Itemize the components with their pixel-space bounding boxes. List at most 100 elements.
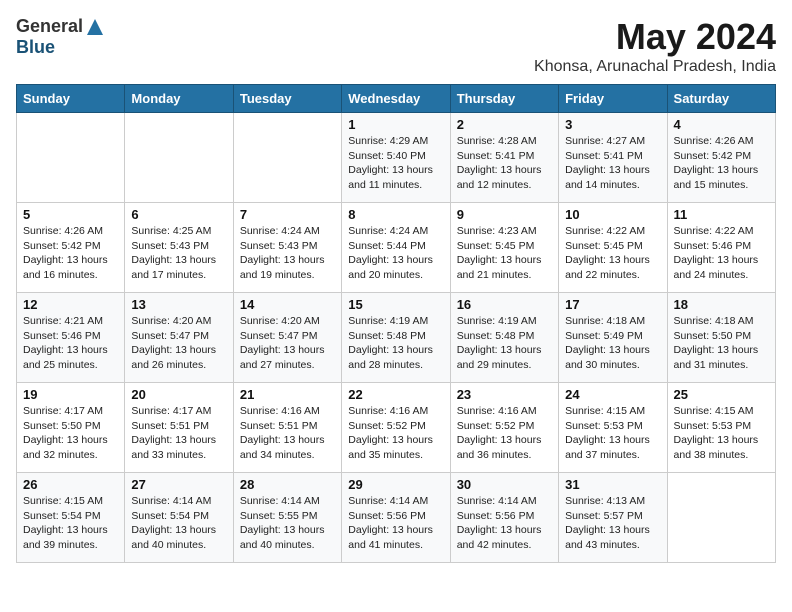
day-number: 9 [457,207,552,222]
calendar-cell: 17 Sunrise: 4:18 AM Sunset: 5:49 PM Dayli… [559,293,667,383]
day-info: Sunrise: 4:16 AM Sunset: 5:52 PM Dayligh… [457,404,552,463]
calendar-header-wednesday: Wednesday [342,85,450,113]
day-info: Sunrise: 4:19 AM Sunset: 5:48 PM Dayligh… [457,314,552,373]
calendar-cell [17,113,125,203]
day-number: 4 [674,117,769,132]
calendar-header-tuesday: Tuesday [233,85,341,113]
location: Khonsa, Arunachal Pradesh, India [534,58,776,76]
calendar-cell: 5 Sunrise: 4:26 AM Sunset: 5:42 PM Daylig… [17,203,125,293]
calendar-cell: 28Sunrise: 4:14 AM Sunset: 5:55 PM Dayli… [233,473,341,563]
day-info: Sunrise: 4:13 AM Sunset: 5:57 PM Dayligh… [565,494,660,553]
day-number: 21 [240,387,335,402]
day-number: 10 [565,207,660,222]
day-number: 22 [348,387,443,402]
day-number: 5 [23,207,118,222]
calendar-cell: 22 Sunrise: 4:16 AM Sunset: 5:52 PM Dayli… [342,383,450,473]
calendar-cell: 24 Sunrise: 4:15 AM Sunset: 5:53 PM Dayli… [559,383,667,473]
day-info: Sunrise: 4:27 AM Sunset: 5:41 PM Dayligh… [565,134,660,193]
calendar-cell: 20 Sunrise: 4:17 AM Sunset: 5:51 PM Dayli… [125,383,233,473]
day-info: Sunrise: 4:25 AM Sunset: 5:43 PM Dayligh… [131,224,226,283]
calendar-week-3: 12 Sunrise: 4:21 AM Sunset: 5:46 PM Dayli… [17,293,776,383]
day-info: Sunrise: 4:22 AM Sunset: 5:45 PM Dayligh… [565,224,660,283]
calendar-cell: 21 Sunrise: 4:16 AM Sunset: 5:51 PM Dayli… [233,383,341,473]
day-info: Sunrise: 4:26 AM Sunset: 5:42 PM Dayligh… [674,134,769,193]
calendar-week-2: 5 Sunrise: 4:26 AM Sunset: 5:42 PM Daylig… [17,203,776,293]
day-info: Sunrise: 4:28 AM Sunset: 5:41 PM Dayligh… [457,134,552,193]
day-info: Sunrise: 4:15 AM Sunset: 5:53 PM Dayligh… [674,404,769,463]
calendar-cell: 12 Sunrise: 4:21 AM Sunset: 5:46 PM Dayli… [17,293,125,383]
title-block: May 2024 Khonsa, Arunachal Pradesh, Indi… [534,16,776,76]
logo-general: General [16,16,83,37]
day-info: Sunrise: 4:17 AM Sunset: 5:50 PM Dayligh… [23,404,118,463]
calendar-cell: 14Sunrise: 4:20 AM Sunset: 5:47 PM Dayli… [233,293,341,383]
calendar-week-5: 26 Sunrise: 4:15 AM Sunset: 5:54 PM Dayli… [17,473,776,563]
calendar-cell [667,473,775,563]
day-number: 11 [674,207,769,222]
day-info: Sunrise: 4:14 AM Sunset: 5:56 PM Dayligh… [348,494,443,553]
calendar-cell: 26 Sunrise: 4:15 AM Sunset: 5:54 PM Dayli… [17,473,125,563]
day-number: 30 [457,477,552,492]
day-number: 24 [565,387,660,402]
day-info: Sunrise: 4:17 AM Sunset: 5:51 PM Dayligh… [131,404,226,463]
calendar-header-thursday: Thursday [450,85,558,113]
logo-blue: Blue [16,37,55,58]
day-number: 31 [565,477,660,492]
calendar-cell: 3 Sunrise: 4:27 AM Sunset: 5:41 PM Daylig… [559,113,667,203]
day-number: 23 [457,387,552,402]
day-number: 19 [23,387,118,402]
calendar-cell: 18Sunrise: 4:18 AM Sunset: 5:50 PM Dayli… [667,293,775,383]
day-info: Sunrise: 4:29 AM Sunset: 5:40 PM Dayligh… [348,134,443,193]
calendar-cell: 23 Sunrise: 4:16 AM Sunset: 5:52 PM Dayli… [450,383,558,473]
page-header: General Blue May 2024 Khonsa, Arunachal … [16,16,776,76]
day-number: 16 [457,297,552,312]
calendar-cell: 19 Sunrise: 4:17 AM Sunset: 5:50 PM Dayli… [17,383,125,473]
day-info: Sunrise: 4:26 AM Sunset: 5:42 PM Dayligh… [23,224,118,283]
day-number: 13 [131,297,226,312]
day-number: 8 [348,207,443,222]
day-info: Sunrise: 4:15 AM Sunset: 5:54 PM Dayligh… [23,494,118,553]
day-info: Sunrise: 4:19 AM Sunset: 5:48 PM Dayligh… [348,314,443,373]
day-number: 15 [348,297,443,312]
day-number: 2 [457,117,552,132]
logo-icon [85,17,105,37]
calendar-cell: 9 Sunrise: 4:23 AM Sunset: 5:45 PM Daylig… [450,203,558,293]
day-info: Sunrise: 4:23 AM Sunset: 5:45 PM Dayligh… [457,224,552,283]
day-number: 27 [131,477,226,492]
calendar-header-row: SundayMondayTuesdayWednesdayThursdayFrid… [17,85,776,113]
day-number: 7 [240,207,335,222]
calendar-cell: 30 Sunrise: 4:14 AM Sunset: 5:56 PM Dayli… [450,473,558,563]
day-info: Sunrise: 4:21 AM Sunset: 5:46 PM Dayligh… [23,314,118,373]
day-number: 12 [23,297,118,312]
calendar-header-friday: Friday [559,85,667,113]
month-title: May 2024 [534,16,776,58]
calendar-cell: 29Sunrise: 4:14 AM Sunset: 5:56 PM Dayli… [342,473,450,563]
day-number: 20 [131,387,226,402]
calendar-cell: 11Sunrise: 4:22 AM Sunset: 5:46 PM Dayli… [667,203,775,293]
day-info: Sunrise: 4:14 AM Sunset: 5:56 PM Dayligh… [457,494,552,553]
calendar-cell: 31 Sunrise: 4:13 AM Sunset: 5:57 PM Dayli… [559,473,667,563]
day-number: 26 [23,477,118,492]
calendar-cell: 25Sunrise: 4:15 AM Sunset: 5:53 PM Dayli… [667,383,775,473]
calendar-cell [125,113,233,203]
day-info: Sunrise: 4:16 AM Sunset: 5:51 PM Dayligh… [240,404,335,463]
day-number: 1 [348,117,443,132]
day-info: Sunrise: 4:18 AM Sunset: 5:49 PM Dayligh… [565,314,660,373]
calendar-week-4: 19 Sunrise: 4:17 AM Sunset: 5:50 PM Dayli… [17,383,776,473]
calendar-cell: 8Sunrise: 4:24 AM Sunset: 5:44 PM Daylig… [342,203,450,293]
calendar-header-sunday: Sunday [17,85,125,113]
calendar-cell: 15 Sunrise: 4:19 AM Sunset: 5:48 PM Dayli… [342,293,450,383]
day-info: Sunrise: 4:24 AM Sunset: 5:43 PM Dayligh… [240,224,335,283]
day-number: 17 [565,297,660,312]
calendar-cell: 2 Sunrise: 4:28 AM Sunset: 5:41 PM Daylig… [450,113,558,203]
calendar-cell: 13Sunrise: 4:20 AM Sunset: 5:47 PM Dayli… [125,293,233,383]
logo: General Blue [16,16,105,58]
day-number: 3 [565,117,660,132]
calendar-cell [233,113,341,203]
day-info: Sunrise: 4:15 AM Sunset: 5:53 PM Dayligh… [565,404,660,463]
calendar-header-saturday: Saturday [667,85,775,113]
calendar-cell: 7 Sunrise: 4:24 AM Sunset: 5:43 PM Daylig… [233,203,341,293]
calendar-cell: 6Sunrise: 4:25 AM Sunset: 5:43 PM Daylig… [125,203,233,293]
day-number: 18 [674,297,769,312]
calendar-cell: 4 Sunrise: 4:26 AM Sunset: 5:42 PM Daylig… [667,113,775,203]
day-info: Sunrise: 4:16 AM Sunset: 5:52 PM Dayligh… [348,404,443,463]
